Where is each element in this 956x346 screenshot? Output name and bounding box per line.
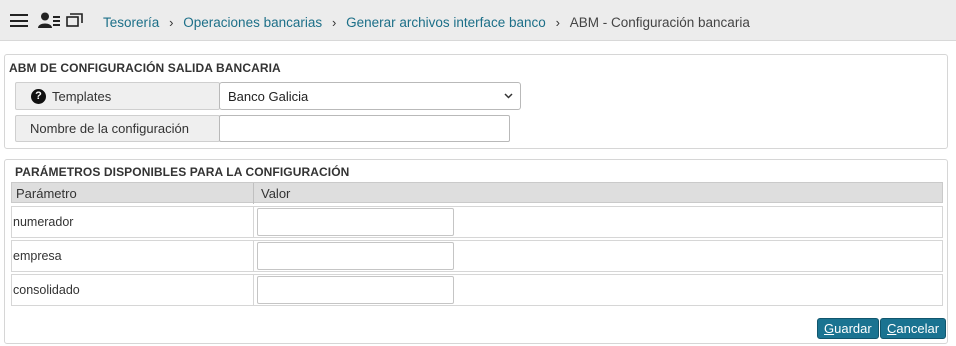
params-panel-title: PARÁMETROS DISPONIBLES PARA LA CONFIGURA…: [15, 165, 350, 179]
table-header: Parámetro Valor: [11, 182, 943, 204]
window-icon[interactable]: [66, 13, 83, 27]
breadcrumb-item-tesoreria[interactable]: Tesorería: [103, 15, 159, 30]
param-name-cell: empresa: [13, 249, 62, 263]
chevron-down-icon: [504, 93, 513, 99]
config-name-label: Nombre de la configuración: [30, 121, 189, 136]
breadcrumb-item-generar-archivos[interactable]: Generar archivos interface banco: [346, 15, 546, 30]
table-row: empresa: [11, 240, 943, 272]
user-card-icon[interactable]: [38, 12, 60, 29]
breadcrumb-current: ABM - Configuración bancaria: [569, 14, 750, 30]
column-header-valor: Valor: [261, 186, 291, 201]
config-panel: ABM DE CONFIGURACIÓN SALIDA BANCARIA ? T…: [4, 54, 948, 149]
templates-label-box: ? Templates: [15, 82, 220, 110]
top-bar: Tesorería › Operaciones bancarias › Gene…: [0, 0, 956, 41]
templates-label: Templates: [52, 88, 112, 104]
hamburger-menu-icon[interactable]: [10, 14, 28, 27]
breadcrumb-separator: ›: [331, 14, 337, 30]
cancel-button[interactable]: Cancelar: [880, 318, 947, 339]
breadcrumb: Tesorería › Operaciones bancarias › Gene…: [103, 13, 750, 31]
params-panel: PARÁMETROS DISPONIBLES PARA LA CONFIGURA…: [4, 159, 948, 344]
config-panel-title: ABM DE CONFIGURACIÓN SALIDA BANCARIA: [9, 61, 281, 75]
table-row: consolidado: [11, 274, 943, 306]
table-row: numerador: [11, 206, 943, 238]
templates-select-value: Banco Galicia: [228, 88, 309, 104]
cancel-button-accesskey: C: [887, 321, 897, 336]
breadcrumb-item-operaciones-bancarias[interactable]: Operaciones bancarias: [183, 15, 322, 30]
param-value-input[interactable]: [257, 208, 454, 236]
param-value-input[interactable]: [257, 242, 454, 270]
templates-select[interactable]: Banco Galicia: [219, 82, 521, 110]
breadcrumb-separator: ›: [555, 14, 560, 30]
config-name-label-box: Nombre de la configuración: [15, 115, 220, 142]
save-button-label: uardar: [834, 321, 872, 336]
help-icon[interactable]: ?: [31, 88, 46, 104]
breadcrumb-separator: ›: [169, 14, 174, 30]
param-value-input[interactable]: [257, 276, 454, 304]
column-divider: [253, 207, 254, 237]
column-header-parametro: Parámetro: [16, 186, 77, 201]
column-divider: [253, 183, 254, 204]
column-divider: [253, 275, 254, 305]
save-button[interactable]: Guardar: [817, 318, 879, 339]
save-button-accesskey: G: [824, 321, 835, 336]
cancel-button-label: ancelar: [896, 321, 940, 336]
column-divider: [253, 241, 254, 271]
param-name-cell: numerador: [13, 215, 74, 229]
param-name-cell: consolidado: [13, 283, 80, 297]
config-name-input[interactable]: [219, 115, 510, 142]
